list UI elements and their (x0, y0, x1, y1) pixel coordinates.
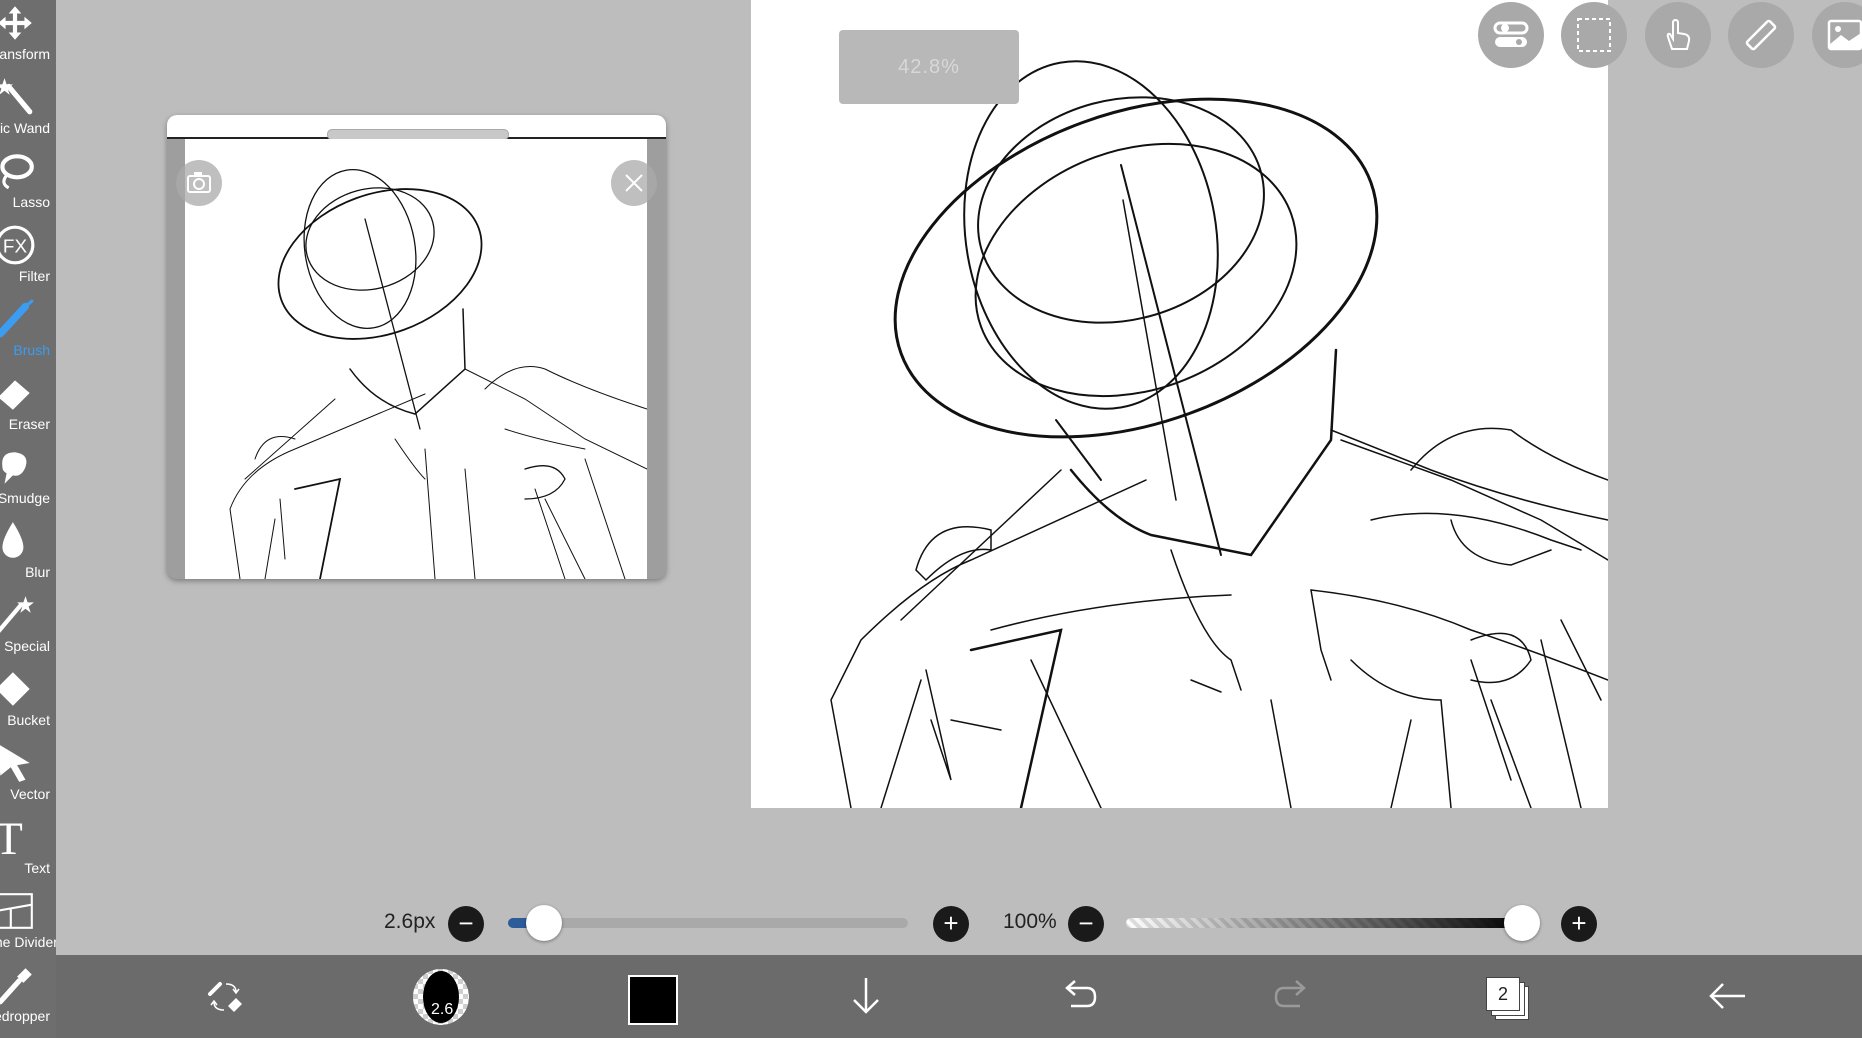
tool-label: Transform (0, 46, 50, 62)
tool-label: Bucket (7, 712, 50, 728)
image-button[interactable] (1812, 2, 1862, 68)
zoom-level-indicator: 42.8% (839, 30, 1019, 104)
undo-icon (1065, 980, 1097, 1008)
opacity-slider-knob[interactable] (1504, 905, 1540, 941)
tool-label: Filter (18, 268, 50, 284)
tool-label: Brush (13, 342, 50, 358)
plus-icon: + (943, 908, 959, 938)
transform-icon (0, 6, 32, 40)
svg-text:FX: FX (3, 236, 28, 257)
tool-frame-divider[interactable]: Frame Divider (0, 888, 56, 960)
tool-magic-wand[interactable]: Magic Wand (0, 74, 56, 146)
blur-icon (2, 522, 24, 558)
eraser-icon (0, 380, 30, 410)
swap-brush-eraser-icon (208, 982, 242, 1012)
brush-preview-button[interactable]: 2.6 (413, 969, 469, 1025)
opacity-decrease-button[interactable]: − (1068, 906, 1104, 942)
tool-bucket[interactable]: Bucket (0, 666, 56, 738)
tool-label: Frame Divider (0, 934, 56, 950)
image-icon (1827, 19, 1862, 51)
hand-tool-button[interactable] (1645, 2, 1711, 68)
brush-size-increase-button[interactable]: + (933, 906, 969, 942)
redo-icon (1274, 980, 1306, 1008)
toggle-panel-button[interactable] (1478, 2, 1544, 68)
minus-icon: − (1078, 908, 1094, 938)
svg-text:T: T (0, 816, 23, 858)
smudge-icon (2, 452, 27, 484)
brush-size-label: 2.6px (384, 910, 436, 933)
arrow-down-icon (853, 978, 879, 1014)
tool-label: Vector (10, 786, 50, 802)
reference-sketch (229, 168, 647, 579)
tool-label: Smudge (0, 490, 50, 506)
eyedropper-icon (0, 968, 32, 1005)
lasso-icon (0, 154, 34, 190)
selection-icon (1577, 18, 1611, 52)
tool-filter[interactable]: FX Filter (0, 222, 56, 294)
vector-icon (0, 745, 30, 782)
reference-camera-button[interactable] (176, 160, 222, 206)
tool-special[interactable]: Special (0, 592, 56, 664)
toggle-icon (1493, 21, 1529, 47)
selection-button[interactable] (1561, 2, 1627, 68)
reference-image (185, 139, 647, 579)
tool-label: Magic Wand (0, 120, 50, 136)
swap-tools-button[interactable] (196, 955, 256, 1038)
close-icon (625, 174, 643, 192)
opacity-increase-button[interactable]: + (1561, 906, 1597, 942)
tool-transform[interactable]: Transform (0, 0, 56, 72)
tool-label: Special (4, 638, 50, 654)
reference-close-button[interactable] (611, 160, 657, 206)
color-picker-swatch[interactable] (628, 975, 678, 1025)
brush-size-badge: 2.6 (431, 1001, 454, 1018)
layers-button[interactable]: 2 (1486, 977, 1529, 1020)
tool-label: Eyedropper (0, 1008, 50, 1024)
tool-blur[interactable]: Blur (0, 518, 56, 590)
hand-icon (1666, 18, 1691, 50)
tool-sidebar: Transform Magic Wand Lasso FX Filter Bru… (0, 0, 56, 1038)
tool-label: Blur (25, 564, 50, 580)
ruler-icon (1745, 19, 1777, 51)
sketch-drawing (830, 60, 1608, 808)
tool-brush[interactable]: Brush (0, 296, 56, 368)
download-button[interactable] (836, 955, 896, 1038)
fx-icon: FX (0, 225, 35, 265)
redo-button[interactable] (1262, 955, 1322, 1038)
tool-label: Lasso (12, 194, 50, 210)
tool-label: Text (24, 860, 50, 876)
layer-count: 2 (1486, 977, 1520, 1011)
text-icon: T (0, 816, 23, 858)
camera-icon (187, 172, 211, 193)
tool-vector[interactable]: Vector (0, 740, 56, 812)
back-button[interactable] (1697, 955, 1757, 1038)
tool-eyedropper[interactable]: Eyedropper (0, 962, 56, 1034)
tool-smudge[interactable]: Smudge (0, 444, 56, 516)
opacity-slider[interactable] (1126, 918, 1526, 928)
tool-text[interactable]: T Text (0, 814, 56, 886)
reference-window-titlebar[interactable] (167, 115, 666, 140)
opacity-label: 100% (1003, 910, 1057, 933)
special-icon (0, 596, 34, 633)
drawing-canvas[interactable] (751, 0, 1608, 808)
plus-icon: + (1571, 908, 1587, 938)
magic-wand-icon (0, 78, 33, 115)
tool-lasso[interactable]: Lasso (0, 148, 56, 220)
bottom-toolbar: 2.6 2 (56, 955, 1862, 1038)
brush-size-slider-knob[interactable] (526, 905, 562, 941)
ruler-button[interactable] (1728, 2, 1794, 68)
reference-window[interactable] (167, 115, 666, 579)
undo-button[interactable] (1049, 955, 1109, 1038)
frame-divider-icon (0, 893, 33, 929)
minus-icon: − (458, 908, 474, 938)
tool-eraser[interactable]: Eraser (0, 370, 56, 442)
tool-label: Eraser (8, 416, 50, 432)
bucket-icon (0, 672, 30, 706)
brush-size-decrease-button[interactable]: − (448, 906, 484, 942)
brush-icon (0, 299, 34, 338)
brush-size-slider[interactable] (508, 918, 908, 928)
arrow-left-icon (1709, 983, 1745, 1009)
